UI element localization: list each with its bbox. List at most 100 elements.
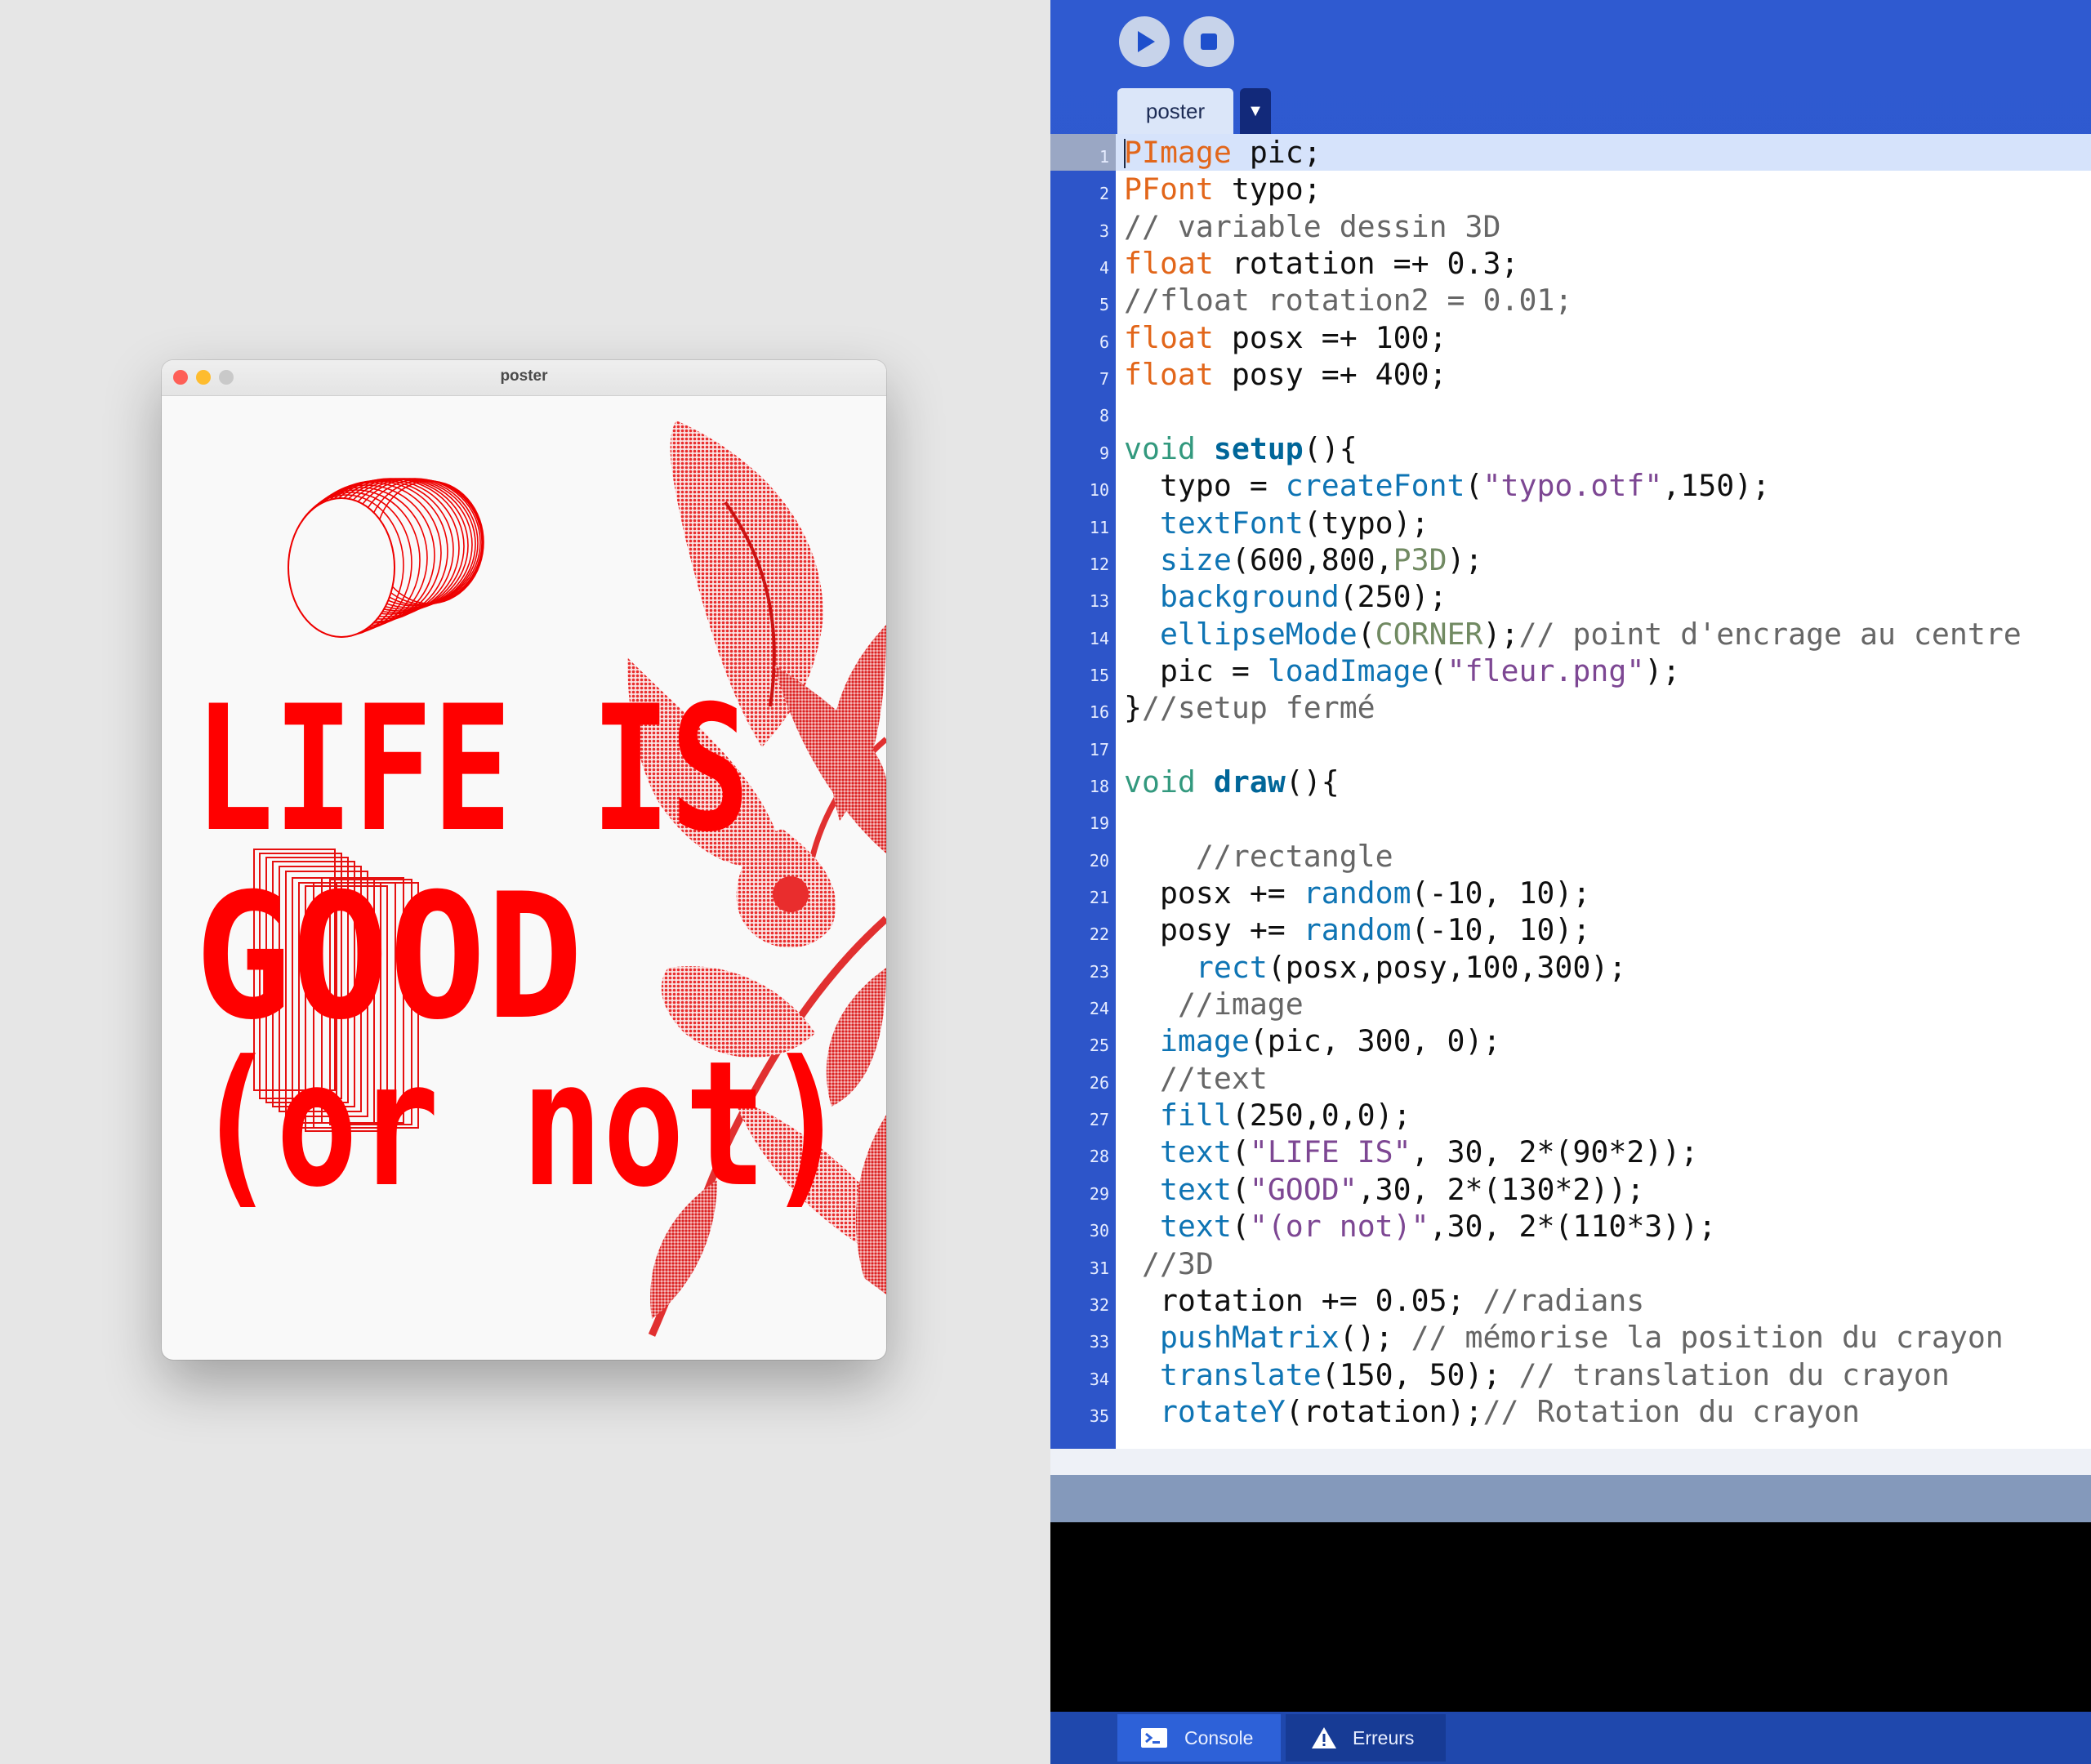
- code-line[interactable]: textFont(typo);: [1116, 505, 2091, 541]
- line-number: 13: [1089, 591, 1109, 612]
- line-number: 3: [1099, 220, 1109, 241]
- stop-icon: [1201, 33, 1217, 50]
- code-line[interactable]: PFont typo;: [1116, 171, 2091, 207]
- line-number: 6: [1099, 332, 1109, 352]
- tab-poster[interactable]: poster: [1117, 88, 1233, 134]
- code-line[interactable]: //image: [1116, 986, 2091, 1022]
- line-number: 33: [1089, 1332, 1109, 1352]
- code-line[interactable]: text("GOOD",30, 2*(130*2));: [1116, 1171, 2091, 1208]
- bottom-tab-bar: Console Erreurs: [1050, 1712, 2091, 1764]
- code-line[interactable]: rotation += 0.05; //radians: [1116, 1282, 2091, 1319]
- flower-blossom-center: [773, 876, 809, 912]
- line-number: 25: [1089, 1036, 1109, 1056]
- window-titlebar: poster: [162, 360, 886, 396]
- chevron-down-icon: ▼: [1247, 102, 1264, 120]
- line-number: 9: [1099, 443, 1109, 463]
- code-line[interactable]: }//setup fermé: [1116, 689, 2091, 726]
- code-line[interactable]: float posy =+ 400;: [1116, 356, 2091, 393]
- code-line[interactable]: //rectangle: [1116, 838, 2091, 875]
- sketch-window: poster LIFE IS GOOD (or not): [162, 360, 886, 1360]
- poster-line-3: (or not): [194, 1023, 848, 1225]
- code-line[interactable]: [1116, 393, 2091, 430]
- sketch-canvas: LIFE IS GOOD (or not): [194, 421, 886, 1337]
- tab-console[interactable]: Console: [1117, 1714, 1281, 1762]
- line-number: 31: [1089, 1258, 1109, 1278]
- line-number: 22: [1089, 924, 1109, 945]
- line-number: 10: [1089, 480, 1109, 501]
- flower-leaf: [855, 1115, 886, 1294]
- code-line[interactable]: text("LIFE IS", 30, 2*(90*2));: [1116, 1134, 2091, 1170]
- line-number: 2: [1099, 184, 1109, 204]
- line-number: 24: [1089, 999, 1109, 1019]
- stop-button[interactable]: [1184, 16, 1234, 67]
- code-line[interactable]: image(pic, 300, 0);: [1116, 1022, 2091, 1059]
- line-number: 14: [1089, 628, 1109, 648]
- line-number: 18: [1089, 776, 1109, 796]
- line-number: 32: [1089, 1294, 1109, 1315]
- 3d-rotated-shape: [288, 478, 484, 638]
- line-number: 15: [1089, 665, 1109, 685]
- line-number-gutter: 1 2 3 4 5 6 7 8 9 10 11 12 13 14 15 16 17 18 19 20 21 22 23 24 2…: [1050, 134, 1116, 1449]
- line-number: 20: [1089, 850, 1109, 871]
- line-number: 7: [1099, 369, 1109, 390]
- tab-errors-label: Erreurs: [1353, 1727, 1415, 1748]
- window-title: poster: [500, 368, 548, 385]
- console-icon: [1141, 1728, 1167, 1748]
- editor-horizontal-scrollbar[interactable]: [1050, 1449, 2091, 1475]
- play-icon: [1138, 31, 1155, 52]
- line-number: 17: [1089, 739, 1109, 760]
- line-number: 28: [1089, 1147, 1109, 1167]
- line-number: 34: [1089, 1369, 1109, 1389]
- code-line[interactable]: [1116, 727, 2091, 764]
- line-number: 11: [1089, 517, 1109, 537]
- line-number-peek: [1050, 1430, 1116, 1449]
- line-number: 35: [1089, 1405, 1109, 1426]
- tab-errors[interactable]: Erreurs: [1286, 1714, 1446, 1762]
- text-caret: [1124, 139, 1126, 168]
- line-number: 12: [1089, 554, 1109, 574]
- line-number: 23: [1089, 961, 1109, 982]
- message-area: [1050, 1475, 2091, 1522]
- processing-ide: poster ▼ 1 2 3 4 5 6 7 8 9 10 11 12 13 14 15 16 17 18 19 20…: [1050, 0, 2091, 1764]
- code-line[interactable]: float posx =+ 100;: [1116, 319, 2091, 356]
- code-line[interactable]: //text: [1116, 1060, 2091, 1097]
- line-number: 21: [1089, 888, 1109, 907]
- code-editor[interactable]: PImage pic; PFont typo;// variable dessin…: [1116, 134, 2091, 1449]
- run-button[interactable]: [1119, 16, 1170, 67]
- line-number: 27: [1089, 1110, 1109, 1130]
- line-number: 30: [1089, 1221, 1109, 1241]
- code-line[interactable]: //float rotation2 = 0.01;: [1116, 282, 2091, 318]
- code-line[interactable]: PImage pic;: [1116, 134, 2091, 172]
- code-line[interactable]: ellipseMode(CORNER);// point d'encrage a…: [1116, 616, 2091, 653]
- warning-icon: [1312, 1727, 1336, 1748]
- code-line[interactable]: void draw(){: [1116, 764, 2091, 800]
- poster-line-1: LIFE IS: [194, 668, 750, 870]
- code-line[interactable]: pic = loadImage("fleur.png");: [1116, 653, 2091, 689]
- console-output[interactable]: [1050, 1522, 2091, 1712]
- code-line[interactable]: translate(150, 50); // translation du cr…: [1116, 1356, 2091, 1393]
- code-line[interactable]: //3D: [1116, 1245, 2091, 1282]
- line-number: 8: [1099, 406, 1109, 426]
- line-number: 26: [1089, 1072, 1109, 1093]
- line-number: 16: [1089, 702, 1109, 723]
- code-line[interactable]: rect(posx,posy,100,300);: [1116, 949, 2091, 986]
- tab-menu-button[interactable]: ▼: [1240, 88, 1271, 134]
- code-line[interactable]: float rotation =+ 0.3;: [1116, 245, 2091, 282]
- code-line[interactable]: [1116, 800, 2091, 837]
- tab-console-label: Console: [1184, 1727, 1254, 1748]
- code-line[interactable]: pushMatrix(); // mémorise la position du…: [1116, 1319, 2091, 1356]
- code-line[interactable]: size(600,800,P3D);: [1116, 541, 2091, 578]
- code-line[interactable]: typo = createFont("typo.otf",150);: [1116, 467, 2091, 504]
- code-line[interactable]: rotateY(rotation);// Rotation du crayon: [1116, 1393, 2091, 1430]
- line-number: 4: [1099, 258, 1109, 278]
- code-line[interactable]: // variable dessin 3D: [1116, 208, 2091, 245]
- poster-text: LIFE IS GOOD (or not): [194, 668, 848, 1225]
- code-line[interactable]: fill(250,0,0);: [1116, 1097, 2091, 1134]
- code-line[interactable]: posx += random(-10, 10);: [1116, 875, 2091, 911]
- line-number: 1: [1050, 134, 1116, 172]
- code-line[interactable]: void setup(){: [1116, 430, 2091, 467]
- code-line[interactable]: text("(or not)",30, 2*(110*3));: [1116, 1208, 2091, 1245]
- code-line[interactable]: posy += random(-10, 10);: [1116, 911, 2091, 948]
- code-line[interactable]: background(250);: [1116, 578, 2091, 615]
- line-number: 29: [1089, 1183, 1109, 1204]
